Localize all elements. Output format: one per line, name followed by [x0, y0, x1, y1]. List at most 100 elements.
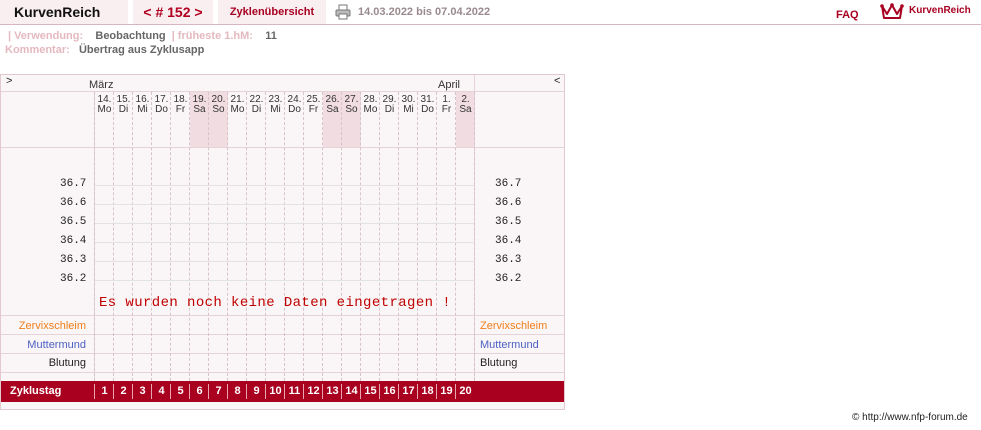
- day-header[interactable]: 17. Do: [152, 95, 171, 115]
- temperature-tick-right: 36.2: [495, 273, 522, 285]
- weekday: So: [345, 104, 358, 115]
- nav-prev-arrow[interactable]: >: [6, 75, 12, 87]
- day-header[interactable]: 27. So: [342, 95, 361, 115]
- bleeding-label: Blutung: [48, 357, 86, 369]
- cycle-day-bar: Zyklustag 1 2 3 4 5 6 7 8 9 10 11 12 13 14 15 16 17 18 19 2…: [1, 381, 564, 402]
- day-gridline: [303, 92, 304, 381]
- weekday: Mi: [137, 104, 148, 115]
- day-header[interactable]: 29. Di: [380, 95, 399, 115]
- weekday: Mi: [403, 104, 414, 115]
- temperature-gridline: [95, 204, 474, 205]
- nav-next-arrow[interactable]: <: [554, 75, 560, 87]
- cycle-day-divider: [208, 384, 209, 399]
- day-gridline: [246, 92, 247, 381]
- day-header[interactable]: 1. Fr: [437, 95, 456, 115]
- temperature-gridline: [95, 242, 474, 243]
- day-gridline: [474, 92, 475, 381]
- month-label-start: März: [89, 79, 114, 91]
- temperature-gridline: [95, 280, 474, 281]
- weekday: Sa: [193, 104, 206, 115]
- day-gridline: [379, 92, 380, 381]
- day-gridline: [360, 92, 361, 381]
- cycle-day-divider: [322, 384, 323, 399]
- cycle-day-divider: [151, 384, 152, 399]
- day-gridline: [170, 92, 171, 381]
- cycle-navigation[interactable]: < # 152 >: [133, 0, 213, 24]
- day-header[interactable]: 14. Mo: [95, 95, 114, 115]
- temperature-tick-left: 36.4: [60, 235, 87, 247]
- usage-info: | Verwendung: Beobachtung | früheste 1.hM:…: [5, 30, 277, 42]
- day-gridline: [151, 92, 152, 381]
- weekday: Do: [155, 104, 168, 115]
- row-divider: [1, 147, 564, 148]
- logo-text[interactable]: KurvenReich: [909, 0, 971, 21]
- day-gridline: [265, 92, 266, 381]
- cycle-day-number: 9: [253, 385, 260, 397]
- temperature-tick-left: 36.7: [60, 178, 87, 190]
- temperature-tick-left: 36.2: [60, 273, 87, 285]
- weekday: Di: [384, 104, 395, 115]
- cycle-day-divider: [284, 384, 285, 399]
- day-header[interactable]: 18. Fr: [171, 95, 190, 115]
- cycle-day-divider: [227, 384, 228, 399]
- cycle-day-divider: [170, 384, 171, 399]
- cycle-day-number: 16: [383, 385, 396, 397]
- temperature-tick-left: 36.3: [60, 254, 87, 266]
- day-header[interactable]: 15. Di: [114, 95, 133, 115]
- cycle-day-divider: [398, 384, 399, 399]
- cycle-day-number: 13: [326, 385, 339, 397]
- cycle-day-divider: [360, 384, 361, 399]
- faq-link[interactable]: FAQ: [836, 0, 859, 30]
- day-header[interactable]: 20. So: [209, 95, 228, 115]
- temperature-tick-left: 36.6: [60, 197, 87, 209]
- day-header[interactable]: 22. Di: [247, 95, 266, 115]
- temperature-tick-right: 36.6: [495, 197, 522, 209]
- weekday: Mo: [97, 104, 112, 115]
- day-header[interactable]: 19. Sa: [190, 95, 209, 115]
- day-gridline: [284, 92, 285, 381]
- day-header[interactable]: 25. Fr: [304, 95, 323, 115]
- printer-icon[interactable]: [335, 4, 351, 20]
- copyright[interactable]: © http://www.nfp-forum.de: [852, 412, 968, 423]
- cycle-chart: > < März April 14. Mo 15. Di 16. Mi 17. Do 18. Fr…: [0, 74, 565, 410]
- cycle-day-number: 19: [440, 385, 453, 397]
- brand-title[interactable]: KurvenReich: [0, 0, 128, 24]
- month-label-end: April: [438, 79, 461, 91]
- cycle-day-divider: [341, 384, 342, 399]
- cycle-day-divider: [303, 384, 304, 399]
- day-gridline: [341, 92, 342, 381]
- temperature-tick-left: 36.5: [60, 216, 87, 228]
- cycle-day-divider: [417, 384, 418, 399]
- weekday: Mi: [270, 104, 281, 115]
- day-header[interactable]: 2. Sa: [456, 95, 475, 115]
- day-gridline: [322, 92, 323, 381]
- day-header[interactable]: 16. Mi: [133, 95, 152, 115]
- crown-logo-icon[interactable]: [880, 2, 904, 20]
- usage-label: Verwendung:: [14, 30, 84, 42]
- cycle-overview-link[interactable]: Zyklenübersicht: [218, 0, 326, 24]
- weekday: Do: [421, 104, 434, 115]
- cycle-day-divider: [113, 384, 114, 399]
- separator: |: [171, 30, 175, 42]
- comment-info: Kommentar: Übertrag aus Zyklusapp: [5, 44, 204, 56]
- bleeding-label-right: Blutung: [480, 357, 518, 369]
- day-header[interactable]: 21. Mo: [228, 95, 247, 115]
- temperature-gridline: [95, 223, 474, 224]
- day-header[interactable]: 31. Do: [418, 95, 437, 115]
- day-header[interactable]: 28. Mo: [361, 95, 380, 115]
- day-header[interactable]: 24. Do: [285, 95, 304, 115]
- row-divider: [1, 372, 564, 373]
- temperature-tick-right: 36.5: [495, 216, 522, 228]
- day-gridline: [455, 92, 456, 381]
- temperature-tick-right: 36.7: [495, 178, 522, 190]
- day-header[interactable]: 26. Sa: [323, 95, 342, 115]
- day-gridline: [132, 92, 133, 381]
- day-gridline: [189, 92, 190, 381]
- day-header[interactable]: 30. Mi: [399, 95, 418, 115]
- cycle-day-label: Zyklustag: [10, 385, 62, 397]
- row-divider: [1, 91, 564, 92]
- weekday: Sa: [459, 104, 472, 115]
- day-header[interactable]: 23. Mi: [266, 95, 285, 115]
- weekday: Fr: [175, 104, 186, 115]
- weekday: Fr: [308, 104, 319, 115]
